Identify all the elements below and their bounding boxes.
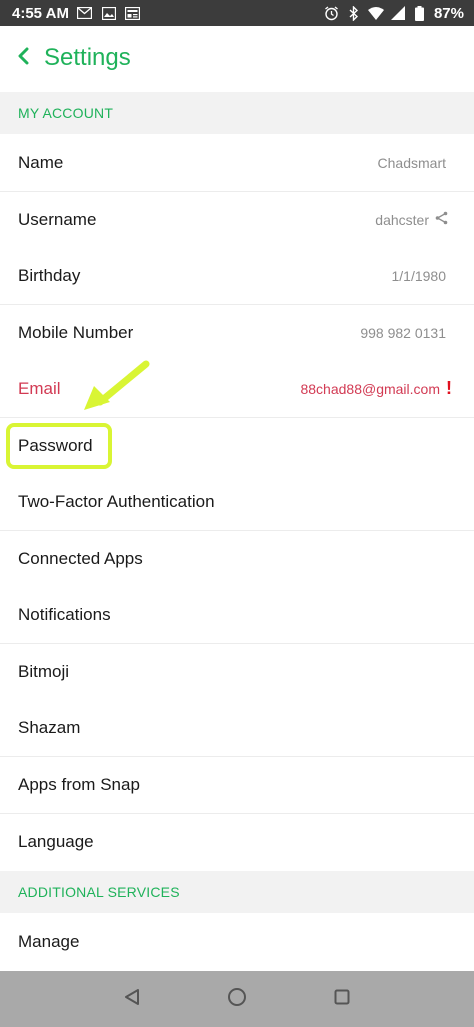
system-nav-bar — [0, 971, 474, 1027]
row-label: Email — [18, 378, 61, 398]
status-bar-left: 4:55 AM — [10, 5, 141, 22]
email-value-group: 88chad88@gmail.com ! — [300, 378, 452, 399]
row-username[interactable]: Username dahcster — [0, 192, 474, 249]
battery-percent: 87% — [433, 4, 464, 22]
row-manage[interactable]: Manage — [0, 914, 474, 971]
row-label: Bitmoji — [18, 661, 70, 681]
alarm-icon — [324, 5, 340, 21]
wifi-icon — [367, 5, 384, 21]
row-shazam[interactable]: Shazam — [0, 700, 474, 757]
row-label: Password — [18, 435, 93, 455]
row-value: Chadsmart — [377, 154, 446, 171]
row-label: Language — [18, 832, 94, 852]
row-notifications[interactable]: Notifications — [0, 587, 474, 644]
row-connected-apps[interactable]: Connected Apps — [0, 531, 474, 588]
username-value-group: dahcster — [375, 211, 448, 228]
row-value: 998 982 0131 — [360, 324, 446, 341]
back-button[interactable] — [14, 43, 32, 73]
row-value: 1/1/1980 — [391, 267, 447, 284]
row-label: Name — [18, 152, 64, 172]
row-bitmoji[interactable]: Bitmoji — [0, 644, 474, 701]
row-apps-from-snap[interactable]: Apps from Snap — [0, 757, 474, 814]
row-label: Notifications — [18, 604, 111, 624]
nav-recents-button[interactable] — [322, 979, 362, 1019]
status-time: 4:55 AM — [12, 4, 69, 22]
chevron-left-icon — [17, 47, 29, 70]
page-title: Settings — [44, 44, 131, 71]
row-value: 88chad88@gmail.com — [300, 380, 440, 397]
square-recents-icon — [334, 989, 350, 1010]
row-label: Manage — [18, 932, 80, 952]
nav-back-button[interactable] — [112, 979, 152, 1019]
gmail-icon — [77, 5, 93, 21]
nav-home-button[interactable] — [217, 979, 257, 1019]
row-name[interactable]: Name Chadsmart — [0, 135, 474, 192]
triangle-back-icon — [124, 988, 140, 1011]
image-icon — [101, 5, 117, 21]
row-label: Shazam — [18, 717, 81, 737]
row-birthday[interactable]: Birthday 1/1/1980 — [0, 248, 474, 305]
status-bar-right: 87% — [324, 5, 464, 22]
row-email[interactable]: Email 88chad88@gmail.com ! — [0, 361, 474, 418]
row-label: Apps from Snap — [18, 774, 140, 794]
row-label: Mobile Number — [18, 322, 134, 342]
settings-header: Settings — [0, 26, 474, 90]
row-password[interactable]: Password — [0, 418, 474, 475]
section-header-additional-services: ADDITIONAL SERVICES — [0, 871, 474, 913]
battery-icon — [412, 5, 428, 21]
row-label: Birthday — [18, 265, 81, 285]
bluetooth-icon — [346, 5, 362, 21]
row-label: Two-Factor Authentication — [18, 491, 215, 511]
status-bar: 4:55 AM 87% — [0, 0, 474, 26]
email-alert-icon: ! — [446, 378, 452, 399]
row-two-factor-authentication[interactable]: Two-Factor Authentication — [0, 474, 474, 531]
row-label: Username — [18, 209, 97, 229]
share-icon[interactable] — [435, 211, 448, 228]
row-label: Connected Apps — [18, 548, 143, 568]
row-value: dahcster — [375, 211, 429, 228]
news-icon — [125, 5, 141, 21]
signal-icon — [390, 5, 406, 21]
section-header-my-account: MY ACCOUNT — [0, 92, 474, 134]
row-language[interactable]: Language — [0, 814, 474, 871]
circle-home-icon — [227, 987, 247, 1012]
row-mobile-number[interactable]: Mobile Number 998 982 0131 — [0, 305, 474, 362]
